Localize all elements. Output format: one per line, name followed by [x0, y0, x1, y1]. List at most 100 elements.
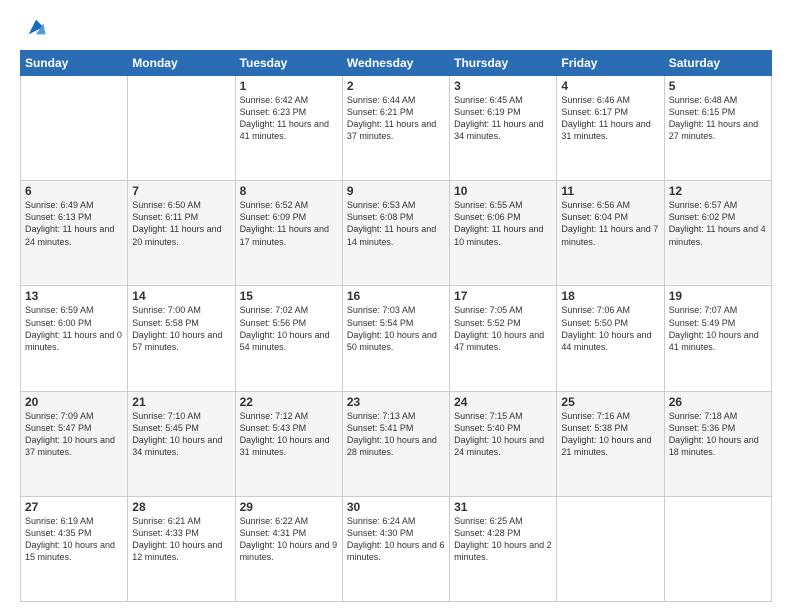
day-info: Sunrise: 7:07 AM Sunset: 5:49 PM Dayligh…: [669, 304, 767, 353]
calendar-week-row: 6Sunrise: 6:49 AM Sunset: 6:13 PM Daylig…: [21, 181, 772, 286]
calendar-cell: 27Sunrise: 6:19 AM Sunset: 4:35 PM Dayli…: [21, 496, 128, 601]
calendar-cell: 13Sunrise: 6:59 AM Sunset: 6:00 PM Dayli…: [21, 286, 128, 391]
calendar-cell: 3Sunrise: 6:45 AM Sunset: 6:19 PM Daylig…: [450, 76, 557, 181]
calendar-cell: 16Sunrise: 7:03 AM Sunset: 5:54 PM Dayli…: [342, 286, 449, 391]
calendar-cell: 12Sunrise: 6:57 AM Sunset: 6:02 PM Dayli…: [664, 181, 771, 286]
logo: [20, 16, 47, 40]
day-number: 13: [25, 289, 123, 303]
day-info: Sunrise: 6:19 AM Sunset: 4:35 PM Dayligh…: [25, 515, 123, 564]
day-info: Sunrise: 7:02 AM Sunset: 5:56 PM Dayligh…: [240, 304, 338, 353]
calendar-day-header: Friday: [557, 51, 664, 76]
day-number: 31: [454, 500, 552, 514]
day-number: 28: [132, 500, 230, 514]
calendar-cell: 4Sunrise: 6:46 AM Sunset: 6:17 PM Daylig…: [557, 76, 664, 181]
day-info: Sunrise: 6:59 AM Sunset: 6:00 PM Dayligh…: [25, 304, 123, 353]
calendar-cell: 1Sunrise: 6:42 AM Sunset: 6:23 PM Daylig…: [235, 76, 342, 181]
day-info: Sunrise: 6:45 AM Sunset: 6:19 PM Dayligh…: [454, 94, 552, 143]
day-number: 7: [132, 184, 230, 198]
day-info: Sunrise: 7:05 AM Sunset: 5:52 PM Dayligh…: [454, 304, 552, 353]
calendar-cell: 22Sunrise: 7:12 AM Sunset: 5:43 PM Dayli…: [235, 391, 342, 496]
day-info: Sunrise: 7:15 AM Sunset: 5:40 PM Dayligh…: [454, 410, 552, 459]
calendar-week-row: 1Sunrise: 6:42 AM Sunset: 6:23 PM Daylig…: [21, 76, 772, 181]
calendar-day-header: Sunday: [21, 51, 128, 76]
day-info: Sunrise: 6:21 AM Sunset: 4:33 PM Dayligh…: [132, 515, 230, 564]
day-number: 18: [561, 289, 659, 303]
calendar-day-header: Monday: [128, 51, 235, 76]
day-number: 10: [454, 184, 552, 198]
calendar-day-header: Wednesday: [342, 51, 449, 76]
day-number: 29: [240, 500, 338, 514]
calendar-cell: 19Sunrise: 7:07 AM Sunset: 5:49 PM Dayli…: [664, 286, 771, 391]
day-number: 6: [25, 184, 123, 198]
calendar-cell: 10Sunrise: 6:55 AM Sunset: 6:06 PM Dayli…: [450, 181, 557, 286]
day-info: Sunrise: 6:46 AM Sunset: 6:17 PM Dayligh…: [561, 94, 659, 143]
calendar-cell: [664, 496, 771, 601]
day-info: Sunrise: 6:53 AM Sunset: 6:08 PM Dayligh…: [347, 199, 445, 248]
day-number: 27: [25, 500, 123, 514]
day-info: Sunrise: 6:25 AM Sunset: 4:28 PM Dayligh…: [454, 515, 552, 564]
page: SundayMondayTuesdayWednesdayThursdayFrid…: [0, 0, 792, 612]
day-number: 20: [25, 395, 123, 409]
calendar-day-header: Tuesday: [235, 51, 342, 76]
logo-icon: [25, 16, 47, 38]
calendar-cell: [128, 76, 235, 181]
day-number: 8: [240, 184, 338, 198]
day-number: 4: [561, 79, 659, 93]
calendar-cell: 11Sunrise: 6:56 AM Sunset: 6:04 PM Dayli…: [557, 181, 664, 286]
day-number: 14: [132, 289, 230, 303]
calendar-cell: 6Sunrise: 6:49 AM Sunset: 6:13 PM Daylig…: [21, 181, 128, 286]
day-number: 9: [347, 184, 445, 198]
calendar-cell: 8Sunrise: 6:52 AM Sunset: 6:09 PM Daylig…: [235, 181, 342, 286]
day-info: Sunrise: 6:42 AM Sunset: 6:23 PM Dayligh…: [240, 94, 338, 143]
day-info: Sunrise: 7:03 AM Sunset: 5:54 PM Dayligh…: [347, 304, 445, 353]
calendar-cell: 18Sunrise: 7:06 AM Sunset: 5:50 PM Dayli…: [557, 286, 664, 391]
day-info: Sunrise: 7:13 AM Sunset: 5:41 PM Dayligh…: [347, 410, 445, 459]
calendar-week-row: 27Sunrise: 6:19 AM Sunset: 4:35 PM Dayli…: [21, 496, 772, 601]
calendar-cell: 29Sunrise: 6:22 AM Sunset: 4:31 PM Dayli…: [235, 496, 342, 601]
calendar-day-header: Saturday: [664, 51, 771, 76]
day-info: Sunrise: 6:55 AM Sunset: 6:06 PM Dayligh…: [454, 199, 552, 248]
day-info: Sunrise: 6:24 AM Sunset: 4:30 PM Dayligh…: [347, 515, 445, 564]
calendar-table: SundayMondayTuesdayWednesdayThursdayFrid…: [20, 50, 772, 602]
day-info: Sunrise: 6:22 AM Sunset: 4:31 PM Dayligh…: [240, 515, 338, 564]
day-number: 25: [561, 395, 659, 409]
day-info: Sunrise: 7:18 AM Sunset: 5:36 PM Dayligh…: [669, 410, 767, 459]
day-number: 30: [347, 500, 445, 514]
day-info: Sunrise: 7:16 AM Sunset: 5:38 PM Dayligh…: [561, 410, 659, 459]
calendar-cell: 30Sunrise: 6:24 AM Sunset: 4:30 PM Dayli…: [342, 496, 449, 601]
day-number: 11: [561, 184, 659, 198]
day-info: Sunrise: 7:06 AM Sunset: 5:50 PM Dayligh…: [561, 304, 659, 353]
calendar-cell: 28Sunrise: 6:21 AM Sunset: 4:33 PM Dayli…: [128, 496, 235, 601]
day-number: 21: [132, 395, 230, 409]
day-number: 24: [454, 395, 552, 409]
day-info: Sunrise: 7:09 AM Sunset: 5:47 PM Dayligh…: [25, 410, 123, 459]
calendar-cell: 21Sunrise: 7:10 AM Sunset: 5:45 PM Dayli…: [128, 391, 235, 496]
calendar-week-row: 13Sunrise: 6:59 AM Sunset: 6:00 PM Dayli…: [21, 286, 772, 391]
day-info: Sunrise: 6:56 AM Sunset: 6:04 PM Dayligh…: [561, 199, 659, 248]
calendar-header-row: SundayMondayTuesdayWednesdayThursdayFrid…: [21, 51, 772, 76]
day-info: Sunrise: 6:50 AM Sunset: 6:11 PM Dayligh…: [132, 199, 230, 248]
calendar-cell: 15Sunrise: 7:02 AM Sunset: 5:56 PM Dayli…: [235, 286, 342, 391]
day-number: 17: [454, 289, 552, 303]
calendar-cell: 24Sunrise: 7:15 AM Sunset: 5:40 PM Dayli…: [450, 391, 557, 496]
calendar-week-row: 20Sunrise: 7:09 AM Sunset: 5:47 PM Dayli…: [21, 391, 772, 496]
day-number: 23: [347, 395, 445, 409]
day-number: 2: [347, 79, 445, 93]
day-number: 16: [347, 289, 445, 303]
day-info: Sunrise: 7:10 AM Sunset: 5:45 PM Dayligh…: [132, 410, 230, 459]
calendar-cell: 23Sunrise: 7:13 AM Sunset: 5:41 PM Dayli…: [342, 391, 449, 496]
calendar-cell: 14Sunrise: 7:00 AM Sunset: 5:58 PM Dayli…: [128, 286, 235, 391]
day-number: 5: [669, 79, 767, 93]
header: [20, 16, 772, 40]
day-number: 1: [240, 79, 338, 93]
calendar-cell: 7Sunrise: 6:50 AM Sunset: 6:11 PM Daylig…: [128, 181, 235, 286]
day-number: 26: [669, 395, 767, 409]
day-number: 22: [240, 395, 338, 409]
calendar-cell: 20Sunrise: 7:09 AM Sunset: 5:47 PM Dayli…: [21, 391, 128, 496]
day-number: 12: [669, 184, 767, 198]
calendar-cell: 9Sunrise: 6:53 AM Sunset: 6:08 PM Daylig…: [342, 181, 449, 286]
day-info: Sunrise: 6:49 AM Sunset: 6:13 PM Dayligh…: [25, 199, 123, 248]
day-number: 15: [240, 289, 338, 303]
day-info: Sunrise: 7:12 AM Sunset: 5:43 PM Dayligh…: [240, 410, 338, 459]
calendar-cell: 5Sunrise: 6:48 AM Sunset: 6:15 PM Daylig…: [664, 76, 771, 181]
